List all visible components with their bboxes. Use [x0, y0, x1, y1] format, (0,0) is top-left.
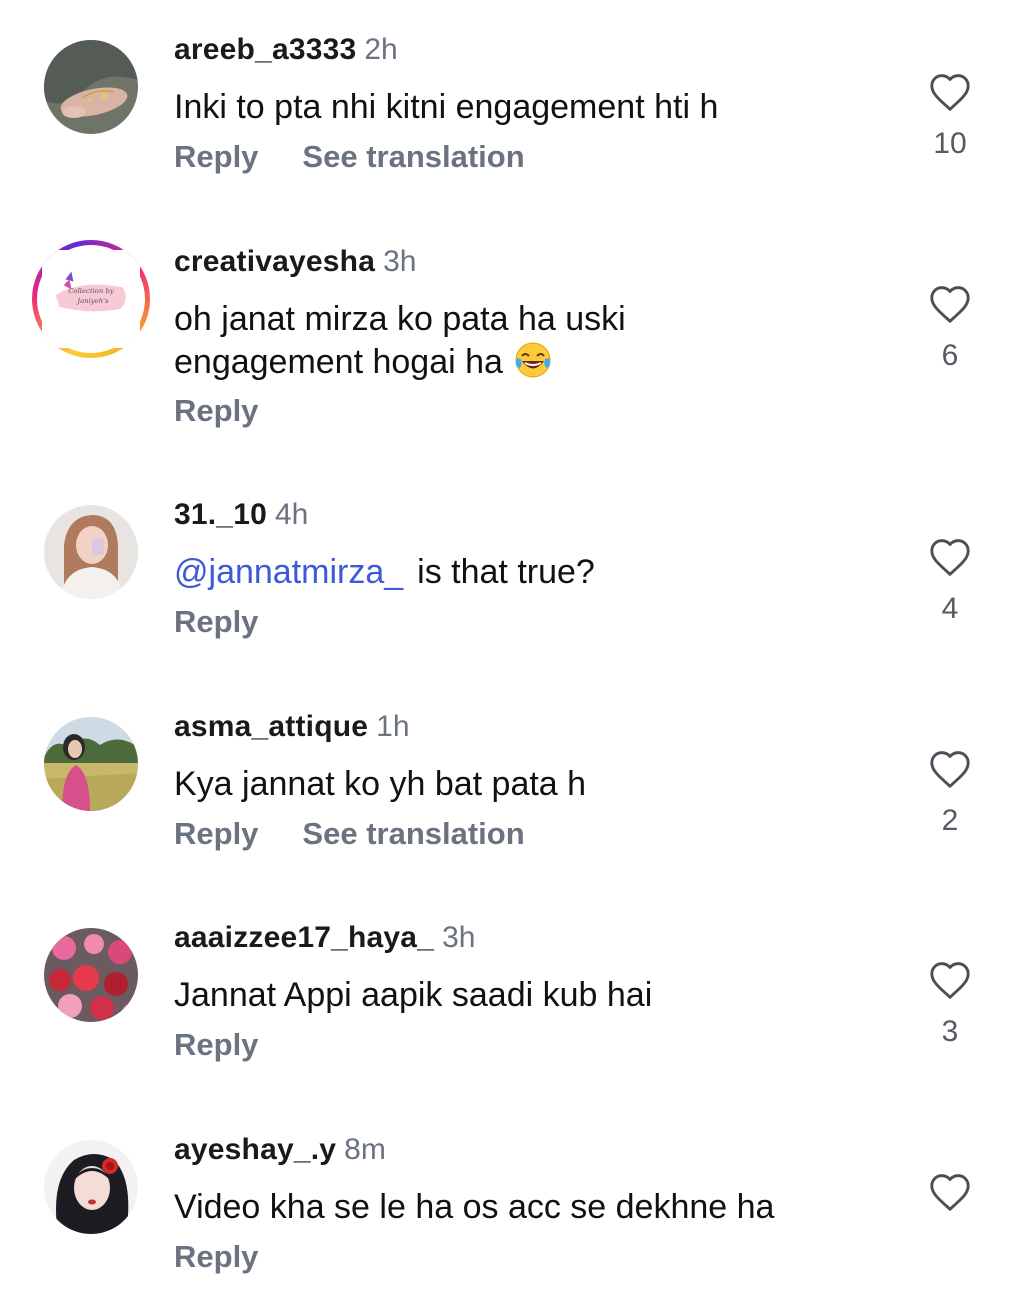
avatar[interactable] [44, 717, 138, 811]
svg-text:Janiyeh's: Janiyeh's [75, 297, 109, 305]
comment-item: aaaizzee17_haya_ 3h Jannat Appi aapik saa… [0, 888, 1024, 1088]
avatar-image [44, 717, 138, 811]
comment-item: asma_attique 1h Kya jannat ko yh bat pata… [0, 677, 1024, 877]
timestamp: 3h [383, 245, 417, 278]
reply-button[interactable]: Reply [174, 816, 258, 851]
like-button[interactable]: 6 [920, 284, 980, 374]
avatar[interactable] [44, 928, 138, 1022]
username[interactable]: aaaizzee17_haya_ [174, 921, 434, 954]
avatar[interactable] [44, 1140, 138, 1234]
timestamp: 4h [274, 498, 309, 531]
see-translation-button[interactable]: See translation [302, 139, 524, 174]
heart-outline-icon [930, 286, 970, 323]
heart-outline-icon [930, 74, 970, 111]
username[interactable]: ayeshay_.y [174, 1133, 336, 1166]
heart-outline-icon [930, 751, 970, 788]
like-button[interactable] [920, 1172, 980, 1226]
avatar-story-ring[interactable]: Collection by Janiyeh's [32, 240, 150, 358]
reply-button[interactable]: Reply [174, 1027, 258, 1062]
reply-button[interactable]: Reply [174, 139, 258, 174]
avatar-image [44, 505, 138, 599]
like-button[interactable]: 10 [920, 72, 980, 162]
reply-button[interactable]: Reply [174, 393, 258, 428]
like-button[interactable]: 3 [920, 960, 980, 1050]
comment-item: Collection by Janiyeh's creativayesha 3h … [0, 212, 1024, 452]
comment-text: Inki to pta nhi kitni engagement hti h [174, 88, 719, 126]
comment-text: oh janat mirza ko pata ha uski engagemen… [174, 300, 626, 381]
comment-text: Jannat Appi aapik saadi kub hai [174, 976, 653, 1014]
comment-text: is that true? [417, 553, 595, 591]
svg-text:Collection by: Collection by [68, 287, 114, 295]
heart-outline-icon [930, 962, 970, 999]
like-count: 2 [941, 804, 959, 837]
username[interactable]: asma_attique [174, 710, 368, 743]
heart-outline-icon [930, 539, 970, 576]
heart-outline-icon [930, 1174, 970, 1211]
comment-text-container: oh janat mirza ko pata ha uski engagemen… [174, 298, 734, 383]
username[interactable]: areeb_a3333 [174, 33, 356, 66]
like-button[interactable]: 4 [920, 537, 980, 627]
avatar[interactable] [44, 505, 138, 599]
like-count: 3 [941, 1015, 959, 1048]
mention-link[interactable]: @jannatmirza_ [174, 553, 403, 591]
timestamp: 3h [442, 921, 476, 954]
avatar-image: Collection by Janiyeh's [42, 250, 140, 348]
comment-text: Kya jannat ko yh bat pata h [174, 765, 587, 803]
timestamp: 8m [344, 1133, 386, 1166]
avatar: Collection by Janiyeh's [37, 245, 145, 353]
reply-button[interactable]: Reply [174, 1239, 258, 1274]
comment-item: ayeshay_.y 8m Video kha se le ha os acc s… [0, 1100, 1024, 1296]
timestamp: 1h [376, 710, 410, 743]
like-button[interactable]: 2 [920, 749, 980, 839]
comment-text-container: @jannatmirza_ is that true? [174, 551, 864, 593]
like-count: 10 [933, 127, 967, 160]
comment-item: 31._10 4h @jannatmirza_ is that true? Repl… [0, 465, 1024, 665]
username[interactable]: creativayesha [174, 245, 375, 278]
comment-text: Video kha se le ha os acc se dekhne ha [174, 1188, 775, 1226]
timestamp: 2h [364, 33, 398, 66]
like-count: 4 [941, 592, 959, 625]
avatar-image [44, 40, 138, 134]
username[interactable]: 31._10 [174, 498, 267, 531]
avatar[interactable] [44, 40, 138, 134]
comment-item: areeb_a3333 2h Inki to pta nhi kitni enga… [0, 0, 1024, 200]
laughing-emoji-icon [513, 340, 553, 380]
avatar-image [44, 1140, 138, 1234]
reply-button[interactable]: Reply [174, 604, 258, 639]
avatar-image [44, 928, 138, 1022]
like-count: 6 [941, 339, 959, 372]
see-translation-button[interactable]: See translation [302, 816, 524, 851]
